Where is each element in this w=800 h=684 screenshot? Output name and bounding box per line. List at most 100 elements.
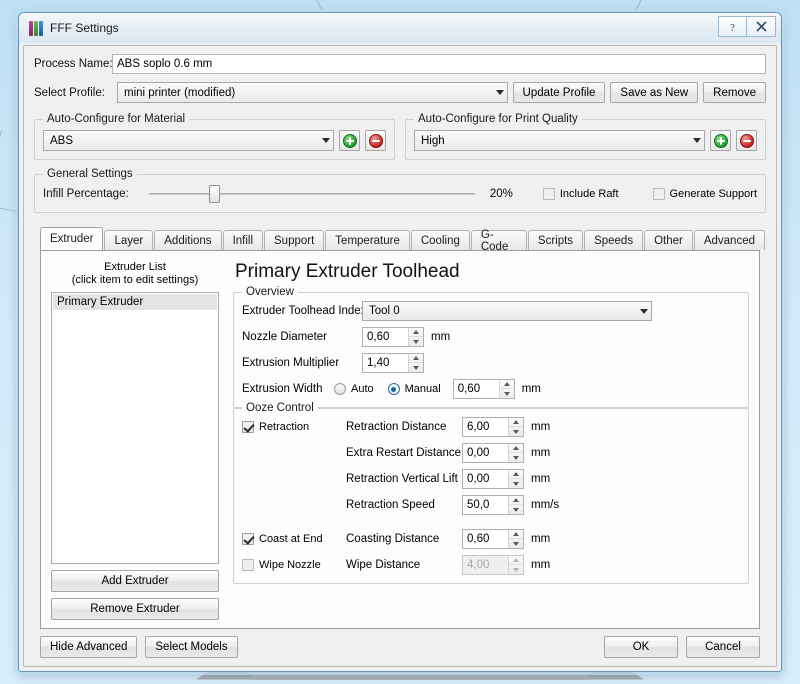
stepper-arrows[interactable] bbox=[508, 530, 523, 548]
tab-advanced[interactable]: Advanced bbox=[694, 230, 765, 250]
stepper-down-icon[interactable] bbox=[509, 479, 523, 488]
retraction-checkbox[interactable]: Retraction bbox=[242, 421, 346, 433]
extruder-list-subtitle: (click item to edit settings) bbox=[51, 274, 219, 287]
select-profile-dropdown[interactable]: mini printer (modified) bbox=[117, 82, 508, 103]
tab-temperature[interactable]: Temperature bbox=[325, 230, 410, 250]
stepper-down-icon[interactable] bbox=[500, 389, 514, 398]
include-raft-checkbox[interactable]: Include Raft bbox=[543, 188, 619, 200]
extra-restart-distance-stepper[interactable]: 0,00 bbox=[462, 443, 524, 463]
extrusion-width-value[interactable]: 0,60 bbox=[454, 380, 499, 398]
wipe-nozzle-checkbox[interactable]: Wipe Nozzle bbox=[242, 559, 346, 571]
nozzle-diameter-unit: mm bbox=[431, 331, 450, 343]
stepper-down-icon[interactable] bbox=[509, 539, 523, 548]
extrusion-multiplier-value[interactable]: 1,40 bbox=[363, 354, 408, 372]
stepper-up-icon[interactable] bbox=[509, 496, 523, 505]
stepper-up-icon[interactable] bbox=[500, 380, 514, 389]
coasting-distance-stepper[interactable]: 0,60 bbox=[462, 529, 524, 549]
remove-quality-button[interactable] bbox=[736, 130, 757, 151]
extruder-tab-panel: Extruder List (click item to edit settin… bbox=[40, 250, 760, 629]
generate-support-checkbox[interactable]: Generate Support bbox=[653, 188, 757, 200]
save-as-new-button[interactable]: Save as New bbox=[610, 82, 698, 103]
quality-dropdown[interactable]: High bbox=[414, 130, 705, 151]
stepper-arrows[interactable] bbox=[508, 470, 523, 488]
radio-dot bbox=[334, 383, 346, 395]
hide-advanced-button[interactable]: Hide Advanced bbox=[40, 636, 137, 658]
coasting-distance-row: Coast at End Coasting Distance 0,60 mm bbox=[242, 529, 740, 549]
retraction-vertical-lift-value[interactable]: 0,00 bbox=[463, 470, 508, 488]
stepper-down-icon[interactable] bbox=[409, 363, 423, 372]
coasting-distance-value[interactable]: 0,60 bbox=[463, 530, 508, 548]
tab-cooling[interactable]: Cooling bbox=[411, 230, 470, 250]
stepper-arrows[interactable] bbox=[499, 380, 514, 398]
extrusion-multiplier-stepper[interactable]: 1,40 bbox=[362, 353, 424, 373]
material-dropdown[interactable]: ABS bbox=[43, 130, 334, 151]
process-name-row: Process Name: ABS soplo 0.6 mm bbox=[34, 54, 766, 74]
infill-percentage-slider[interactable] bbox=[149, 185, 475, 203]
process-name-input[interactable]: ABS soplo 0.6 mm bbox=[112, 54, 766, 74]
tab-scripts[interactable]: Scripts bbox=[528, 230, 583, 250]
tab-extruder[interactable]: Extruder bbox=[40, 227, 103, 250]
retraction-distance-stepper[interactable]: 6,00 bbox=[462, 417, 524, 437]
retraction-label: Retraction bbox=[259, 421, 309, 433]
tab-gcode[interactable]: G-Code bbox=[471, 230, 527, 250]
nozzle-diameter-value[interactable]: 0,60 bbox=[363, 328, 408, 346]
stepper-up-icon[interactable] bbox=[509, 470, 523, 479]
toolhead-index-dropdown[interactable]: Tool 0 bbox=[362, 301, 652, 321]
tab-speeds[interactable]: Speeds bbox=[584, 230, 643, 250]
auto-material-title: Auto-Configure for Material bbox=[43, 113, 189, 125]
stepper-arrows[interactable] bbox=[508, 496, 523, 514]
cancel-button[interactable]: Cancel bbox=[686, 636, 760, 658]
close-icon[interactable] bbox=[747, 16, 776, 37]
stepper-up-icon[interactable] bbox=[409, 328, 423, 337]
toolhead-index-label: Extruder Toolhead Index bbox=[242, 305, 362, 317]
stepper-down-icon[interactable] bbox=[509, 427, 523, 436]
stepper-arrows[interactable] bbox=[508, 418, 523, 436]
retraction-vertical-lift-label: Retraction Vertical Lift bbox=[346, 473, 462, 485]
remove-extruder-button[interactable]: Remove Extruder bbox=[51, 598, 219, 620]
add-extruder-button[interactable]: Add Extruder bbox=[51, 570, 219, 592]
tab-layer[interactable]: Layer bbox=[104, 230, 153, 250]
tab-infill[interactable]: Infill bbox=[223, 230, 263, 250]
add-material-button[interactable] bbox=[339, 130, 360, 151]
stepper-down-icon[interactable] bbox=[409, 337, 423, 346]
stepper-up-icon[interactable] bbox=[509, 444, 523, 453]
update-profile-button[interactable]: Update Profile bbox=[513, 82, 606, 103]
tab-other[interactable]: Other bbox=[644, 230, 693, 250]
remove-profile-button[interactable]: Remove bbox=[703, 82, 766, 103]
stepper-arrows[interactable] bbox=[408, 328, 423, 346]
tab-support[interactable]: Support bbox=[264, 230, 324, 250]
extruder-list-heading: Extruder List (click item to edit settin… bbox=[51, 261, 219, 287]
extruder-list-box[interactable]: Primary Extruder bbox=[51, 292, 219, 564]
stepper-arrows[interactable] bbox=[408, 354, 423, 372]
extrusion-width-auto-radio[interactable]: Auto bbox=[334, 383, 374, 395]
overview-group: Overview Extruder Toolhead Index Tool 0 … bbox=[233, 292, 749, 408]
help-icon[interactable]: ? bbox=[718, 16, 747, 37]
extrusion-width-manual-radio[interactable]: Manual bbox=[388, 383, 441, 395]
nozzle-diameter-stepper[interactable]: 0,60 bbox=[362, 327, 424, 347]
slider-handle[interactable] bbox=[209, 185, 220, 203]
stepper-up-icon[interactable] bbox=[409, 354, 423, 363]
extrusion-width-stepper[interactable]: 0,60 bbox=[453, 379, 515, 399]
title-bar: FFF Settings ? bbox=[19, 13, 781, 43]
coast-at-end-checkbox[interactable]: Coast at End bbox=[242, 533, 346, 545]
retraction-distance-value[interactable]: 6,00 bbox=[463, 418, 508, 436]
chevron-down-icon bbox=[496, 90, 504, 95]
stepper-up-icon[interactable] bbox=[509, 530, 523, 539]
select-models-button[interactable]: Select Models bbox=[145, 636, 237, 658]
retraction-vertical-lift-row: Retraction Vertical Lift 0,00 mm bbox=[242, 469, 740, 489]
stepper-down-icon[interactable] bbox=[509, 505, 523, 514]
stepper-arrows[interactable] bbox=[508, 444, 523, 462]
extra-restart-distance-value[interactable]: 0,00 bbox=[463, 444, 508, 462]
wipe-distance-stepper: 4,00 bbox=[462, 555, 524, 575]
retraction-speed-value[interactable]: 50,0 bbox=[463, 496, 508, 514]
add-quality-button[interactable] bbox=[710, 130, 731, 151]
toolhead-index-row: Extruder Toolhead Index Tool 0 bbox=[242, 301, 740, 321]
stepper-down-icon[interactable] bbox=[509, 453, 523, 462]
list-item[interactable]: Primary Extruder bbox=[53, 294, 217, 310]
stepper-up-icon[interactable] bbox=[509, 418, 523, 427]
retraction-vertical-lift-stepper[interactable]: 0,00 bbox=[462, 469, 524, 489]
remove-material-button[interactable] bbox=[365, 130, 386, 151]
ok-button[interactable]: OK bbox=[604, 636, 678, 658]
retraction-speed-stepper[interactable]: 50,0 bbox=[462, 495, 524, 515]
tab-additions[interactable]: Additions bbox=[154, 230, 221, 250]
